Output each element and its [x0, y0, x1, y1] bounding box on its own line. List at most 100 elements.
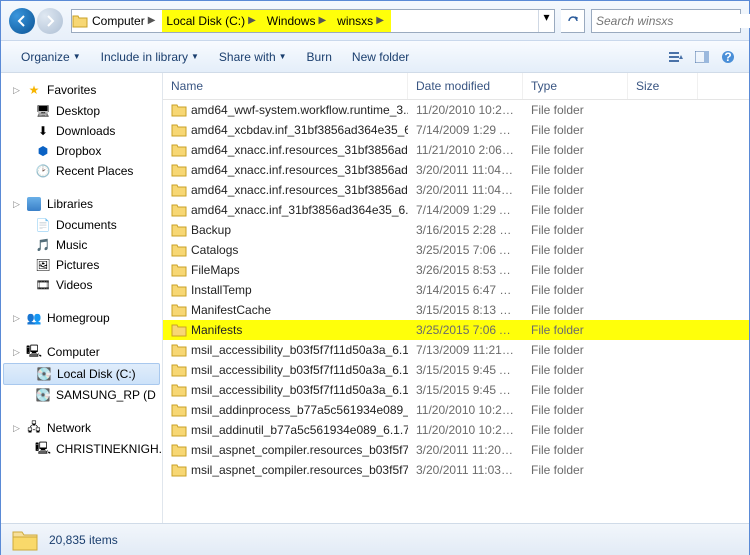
- folder-icon: [171, 182, 187, 198]
- refresh-button[interactable]: [561, 9, 585, 33]
- folder-icon: [171, 222, 187, 238]
- table-row[interactable]: Backup3/16/2015 2:28 PMFile folder: [163, 220, 749, 240]
- breadcrumb-windows[interactable]: Windows▶: [263, 10, 333, 32]
- sidebar-item-local-disk[interactable]: 💽Local Disk (C:): [3, 363, 160, 385]
- label: Homegroup: [47, 311, 110, 325]
- cell-name: Catalogs: [163, 241, 408, 259]
- back-button[interactable]: [9, 8, 35, 34]
- table-row[interactable]: amd64_xnacc.inf.resources_31bf3856ad3...…: [163, 180, 749, 200]
- chevron-right-icon: ▶: [245, 15, 259, 26]
- search-input[interactable]: [596, 14, 750, 28]
- table-row[interactable]: InstallTemp3/14/2015 6:47 PMFile folder: [163, 280, 749, 300]
- homegroup-icon: 👥: [26, 310, 42, 326]
- burn-button[interactable]: Burn: [297, 46, 342, 68]
- drive-icon: 💽: [36, 366, 52, 382]
- folder-icon: [171, 142, 187, 158]
- column-header-name[interactable]: Name: [163, 73, 408, 99]
- sidebar-item-dropbox[interactable]: ⬢Dropbox: [1, 141, 162, 161]
- breadcrumb-local-disk[interactable]: Local Disk (C:)▶: [162, 10, 262, 32]
- table-row[interactable]: msil_addinutil_b77a5c561934e089_6.1.760.…: [163, 420, 749, 440]
- table-row[interactable]: amd64_xnacc.inf_31bf3856ad364e35_6.1....…: [163, 200, 749, 220]
- cell-date: 7/13/2009 11:21 PM: [408, 342, 523, 358]
- collapse-icon: ▷: [13, 313, 21, 324]
- organize-button[interactable]: Organize▼: [11, 46, 91, 68]
- collapse-icon: ▷: [13, 199, 21, 210]
- sidebar-item-recent[interactable]: 🕑Recent Places: [1, 161, 162, 181]
- toolbar: Organize▼ Include in library▼ Share with…: [1, 41, 749, 73]
- cell-date: 11/21/2010 2:06 AM: [408, 142, 523, 158]
- folder-icon: [171, 362, 187, 378]
- cell-name: amd64_wwf-system.workflow.runtime_3...: [163, 101, 408, 119]
- main-area: ▷★Favorites 🖥Desktop ⬇Downloads ⬢Dropbox…: [1, 73, 749, 523]
- cell-name: FileMaps: [163, 261, 408, 279]
- share-with-button[interactable]: Share with▼: [209, 46, 297, 68]
- cell-date: 3/20/2011 11:20 PM: [408, 442, 523, 458]
- cell-date: 3/25/2015 7:06 AM: [408, 322, 523, 338]
- column-header-type[interactable]: Type: [523, 73, 628, 99]
- cell-date: 3/15/2015 8:13 PM: [408, 302, 523, 318]
- cell-name: msil_aspnet_compiler.resources_b03f5f7f.…: [163, 461, 408, 479]
- cell-type: File folder: [523, 162, 628, 178]
- sidebar-item-samsung[interactable]: 💽SAMSUNG_RP (D: [1, 385, 162, 405]
- table-row[interactable]: Catalogs3/25/2015 7:06 AMFile folder: [163, 240, 749, 260]
- table-row[interactable]: Manifests3/25/2015 7:06 AMFile folder: [163, 320, 749, 340]
- cell-date: 3/25/2015 7:06 AM: [408, 242, 523, 258]
- table-row[interactable]: ManifestCache3/15/2015 8:13 PMFile folde…: [163, 300, 749, 320]
- sidebar-item-network-pc[interactable]: 🖳CHRISTINEKNIGH...: [1, 439, 162, 459]
- table-row[interactable]: amd64_wwf-system.workflow.runtime_3...11…: [163, 100, 749, 120]
- new-folder-button[interactable]: New folder: [342, 46, 419, 68]
- sidebar-item-desktop[interactable]: 🖥Desktop: [1, 101, 162, 121]
- table-row[interactable]: amd64_xcbdav.inf_31bf3856ad364e35_6.1...…: [163, 120, 749, 140]
- table-row[interactable]: msil_addinprocess_b77a5c561934e089_6....…: [163, 400, 749, 420]
- sidebar-item-documents[interactable]: 📄Documents: [1, 215, 162, 235]
- cell-type: File folder: [523, 382, 628, 398]
- breadcrumb-winsxs[interactable]: winsxs▶: [333, 10, 391, 32]
- folder-icon: [171, 462, 187, 478]
- sidebar-favorites[interactable]: ▷★Favorites: [1, 79, 162, 101]
- table-row[interactable]: amd64_xnacc.inf.resources_31bf3856ad3...…: [163, 160, 749, 180]
- network-icon: 🖧: [26, 420, 42, 436]
- sidebar-item-videos[interactable]: 🎞Videos: [1, 275, 162, 295]
- table-row[interactable]: msil_aspnet_compiler.resources_b03f5f7f.…: [163, 440, 749, 460]
- cell-name: amd64_xnacc.inf.resources_31bf3856ad3...: [163, 141, 408, 159]
- label: CHRISTINEKNIGH...: [56, 442, 163, 456]
- view-options-button[interactable]: [665, 47, 687, 67]
- search-box[interactable]: [591, 9, 741, 33]
- column-header-size[interactable]: Size: [628, 73, 698, 99]
- sidebar-homegroup[interactable]: ▷ 👥 Homegroup: [1, 307, 162, 329]
- label: Downloads: [56, 124, 115, 138]
- sidebar-item-pictures[interactable]: 🖼Pictures: [1, 255, 162, 275]
- folder-icon: [171, 442, 187, 458]
- drive-icon: 💽: [35, 387, 51, 403]
- sidebar-network[interactable]: ▷🖧Network: [1, 417, 162, 439]
- table-row[interactable]: FileMaps3/26/2015 8:53 AMFile folder: [163, 260, 749, 280]
- preview-pane-button[interactable]: [691, 47, 713, 67]
- label: Videos: [56, 278, 92, 292]
- table-row[interactable]: msil_accessibility_b03f5f7f11d50a3a_6.1.…: [163, 340, 749, 360]
- breadcrumb-computer[interactable]: Computer▶: [88, 10, 162, 32]
- address-bar[interactable]: Computer▶ Local Disk (C:)▶ Windows▶ wins…: [71, 9, 555, 33]
- sidebar-computer[interactable]: ▷🖳Computer: [1, 341, 162, 363]
- table-row[interactable]: amd64_xnacc.inf.resources_31bf3856ad3...…: [163, 140, 749, 160]
- label: Dropbox: [56, 144, 101, 158]
- include-library-button[interactable]: Include in library▼: [91, 46, 209, 68]
- cell-date: 3/26/2015 8:53 AM: [408, 262, 523, 278]
- cell-type: File folder: [523, 462, 628, 478]
- collapse-icon: ▷: [13, 85, 21, 96]
- table-row[interactable]: msil_aspnet_compiler.resources_b03f5f7f.…: [163, 460, 749, 480]
- cell-date: 3/14/2015 6:47 PM: [408, 282, 523, 298]
- folder-icon: [171, 302, 187, 318]
- label: Computer: [47, 345, 100, 359]
- folder-icon: [171, 122, 187, 138]
- address-dropdown[interactable]: ▾: [538, 10, 554, 32]
- help-button[interactable]: ?: [717, 47, 739, 67]
- table-row[interactable]: msil_accessibility_b03f5f7f11d50a3a_6.1.…: [163, 360, 749, 380]
- cell-name: amd64_xnacc.inf.resources_31bf3856ad3...: [163, 161, 408, 179]
- sidebar-item-downloads[interactable]: ⬇Downloads: [1, 121, 162, 141]
- sidebar-item-music[interactable]: 🎵Music: [1, 235, 162, 255]
- column-header-date[interactable]: Date modified: [408, 73, 523, 99]
- label: Favorites: [47, 83, 96, 97]
- forward-button[interactable]: [37, 8, 63, 34]
- table-row[interactable]: msil_accessibility_b03f5f7f11d50a3a_6.1.…: [163, 380, 749, 400]
- sidebar-libraries[interactable]: ▷Libraries: [1, 193, 162, 215]
